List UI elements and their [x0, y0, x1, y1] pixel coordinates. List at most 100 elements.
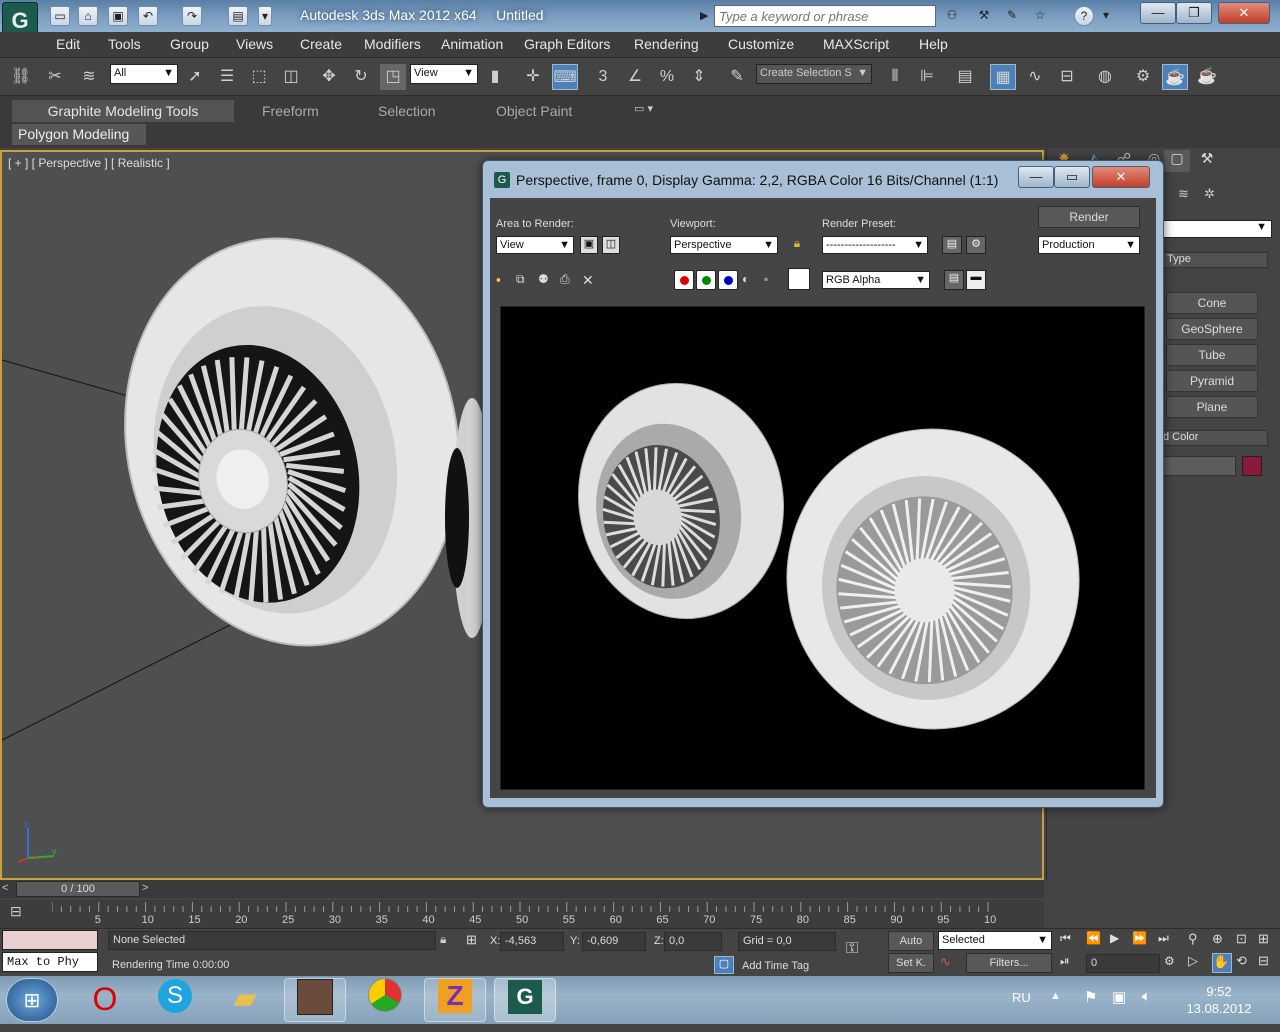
- key-filter-dropdown[interactable]: Selected ▼: [938, 931, 1052, 950]
- show-hidden-icons-icon[interactable]: ▲: [1050, 990, 1061, 1002]
- render-setup-small-icon[interactable]: ▤: [942, 236, 962, 254]
- play-icon[interactable]: ▶: [1110, 931, 1132, 949]
- object-name-field[interactable]: [1162, 456, 1236, 476]
- language-indicator[interactable]: RU: [1012, 990, 1031, 1005]
- go-to-start-icon[interactable]: ⏮: [1060, 931, 1082, 949]
- auto-key-button[interactable]: Auto: [888, 931, 934, 951]
- pyramid-button[interactable]: Pyramid: [1166, 370, 1258, 392]
- environment-effects-icon[interactable]: ⚙: [966, 236, 986, 254]
- communication-icon[interactable]: ✎: [1002, 6, 1022, 26]
- time-slider[interactable]: [0, 880, 1044, 898]
- object-color-swatch[interactable]: [1242, 456, 1262, 476]
- z-coordinate-field[interactable]: 0,0: [664, 932, 722, 951]
- render-output-canvas[interactable]: [500, 306, 1145, 790]
- key-mode-toggle-icon[interactable]: ⏯: [1060, 954, 1082, 972]
- cone-button[interactable]: Cone: [1166, 292, 1258, 314]
- new-file-icon[interactable]: ▭: [50, 6, 70, 26]
- maxscript-listener-field[interactable]: Max to Phy: [2, 952, 98, 972]
- next-frame-icon[interactable]: ⏩: [1132, 931, 1154, 949]
- select-by-name-icon[interactable]: ☰: [214, 64, 240, 90]
- absolute-mode-icon[interactable]: ⊞: [466, 932, 482, 948]
- set-key-icon[interactable]: ⚿: [846, 940, 876, 960]
- render-setup-icon[interactable]: ⚙: [1130, 64, 1156, 90]
- object-category-dropdown[interactable]: ▼: [1162, 220, 1272, 238]
- systems-icon[interactable]: ✲: [1204, 186, 1224, 206]
- 3dsmax-taskbar-icon[interactable]: G: [494, 978, 556, 1022]
- tube-button[interactable]: Tube: [1166, 344, 1258, 366]
- pan-view-icon[interactable]: ✋: [1212, 953, 1232, 973]
- clear-image-icon[interactable]: ✕: [582, 272, 598, 288]
- listener-pink-field[interactable]: [2, 930, 98, 950]
- angle-snap-icon[interactable]: ∠: [622, 64, 648, 90]
- ribbon-options-icon[interactable]: ▭ ▾: [634, 102, 670, 118]
- undo-icon[interactable]: ↶: [138, 6, 158, 26]
- object-type-rollout[interactable]: Type: [1162, 252, 1268, 268]
- menu-graph-editors[interactable]: Graph Editors: [524, 36, 610, 52]
- spinner-snap-icon[interactable]: ⇕: [686, 64, 712, 90]
- blue-channel-toggle[interactable]: [718, 270, 738, 290]
- unlink-icon[interactable]: ✂: [42, 64, 68, 90]
- menu-views[interactable]: Views: [236, 36, 273, 52]
- add-time-tag-icon[interactable]: ▢: [714, 956, 734, 974]
- menu-animation[interactable]: Animation: [441, 36, 503, 52]
- menu-rendering[interactable]: Rendering: [634, 36, 699, 52]
- red-channel-toggle[interactable]: [674, 270, 694, 290]
- curve-editor-icon[interactable]: ∿: [1022, 64, 1048, 90]
- volume-icon[interactable]: 🔈︎: [1142, 988, 1151, 1005]
- save-image-icon[interactable]: ▪: [496, 272, 512, 288]
- graphite-toggle-icon[interactable]: ▦: [990, 64, 1016, 90]
- explorer-taskbar-icon[interactable]: ▰: [214, 978, 276, 1022]
- background-color-swatch[interactable]: [788, 268, 810, 290]
- help-dropdown-icon[interactable]: ▾: [1100, 6, 1112, 26]
- open-file-icon[interactable]: ⌂: [78, 6, 98, 26]
- channel-display-dropdown[interactable]: RGB Alpha ▼: [822, 271, 930, 289]
- key-filters-button[interactable]: Filters...: [966, 953, 1052, 973]
- redo-icon[interactable]: ↷: [182, 6, 202, 26]
- render-preset-dropdown[interactable]: ------------------- ▼: [822, 236, 928, 254]
- menu-maxscript[interactable]: MAXScript: [823, 36, 889, 52]
- render-production-icon[interactable]: ☕: [1194, 64, 1220, 90]
- bind-space-warp-icon[interactable]: ≋: [76, 64, 102, 90]
- percent-snap-icon[interactable]: %: [654, 64, 680, 90]
- orbit-icon[interactable]: ⟲: [1236, 953, 1256, 973]
- rectangular-selection-icon[interactable]: ⬚: [246, 64, 272, 90]
- tab-graphite-modeling-tools[interactable]: Graphite Modeling Tools: [12, 100, 234, 122]
- toggle-ui-icon[interactable]: ▬: [966, 270, 986, 290]
- select-and-link-icon[interactable]: ⛓: [8, 64, 34, 90]
- select-manipulate-icon[interactable]: ✛: [520, 64, 546, 90]
- key-tangent-icon[interactable]: ∿: [940, 954, 962, 972]
- selection-filter-dropdown[interactable]: All ▼: [110, 64, 178, 84]
- skype-taskbar-icon[interactable]: S: [144, 978, 206, 1022]
- render-button[interactable]: Render: [1038, 206, 1140, 228]
- menu-modifiers[interactable]: Modifiers: [364, 36, 421, 52]
- render-close-button[interactable]: ✕: [1092, 166, 1150, 188]
- toggle-ui-overlay-icon[interactable]: ▤: [944, 270, 964, 290]
- auto-region-icon[interactable]: ◫: [602, 236, 620, 254]
- close-button[interactable]: ✕: [1218, 2, 1270, 24]
- add-time-tag-label[interactable]: Add Time Tag: [742, 960, 809, 972]
- selection-lock-icon[interactable]: 🔒︎: [440, 932, 454, 948]
- search-arrow-icon[interactable]: ▶: [700, 6, 712, 26]
- keyboard-shortcut-override-icon[interactable]: ⌨: [552, 64, 578, 90]
- geosphere-button[interactable]: GeoSphere: [1166, 318, 1258, 340]
- menu-create[interactable]: Create: [300, 36, 342, 52]
- time-slider-thumb[interactable]: 0 / 100: [16, 881, 140, 897]
- snaps-toggle-icon[interactable]: 3: [590, 64, 616, 90]
- menu-group[interactable]: Group: [170, 36, 209, 52]
- action-center-flag-icon[interactable]: ⚑: [1084, 988, 1097, 1006]
- maximize-viewport-icon[interactable]: ⊟: [1258, 953, 1278, 973]
- name-color-rollout[interactable]: d Color: [1160, 430, 1268, 446]
- align-icon[interactable]: ⊫: [914, 64, 940, 90]
- time-slider-next-icon[interactable]: >: [142, 882, 154, 896]
- select-and-rotate-icon[interactable]: ↻: [348, 64, 374, 90]
- x-coordinate-field[interactable]: -4,563: [500, 932, 564, 951]
- print-image-icon[interactable]: ⎙: [560, 272, 576, 288]
- subscription-icon[interactable]: ⚒: [974, 6, 994, 26]
- green-channel-toggle[interactable]: [696, 270, 716, 290]
- menu-help[interactable]: Help: [919, 36, 948, 52]
- monochrome-icon[interactable]: ▪: [764, 272, 780, 288]
- quick-access-dropdown-icon[interactable]: ▾: [258, 6, 272, 26]
- tab-object-paint[interactable]: Object Paint: [488, 100, 580, 122]
- previous-frame-icon[interactable]: ⏪: [1086, 931, 1108, 949]
- render-maximize-button[interactable]: ▭: [1054, 166, 1090, 188]
